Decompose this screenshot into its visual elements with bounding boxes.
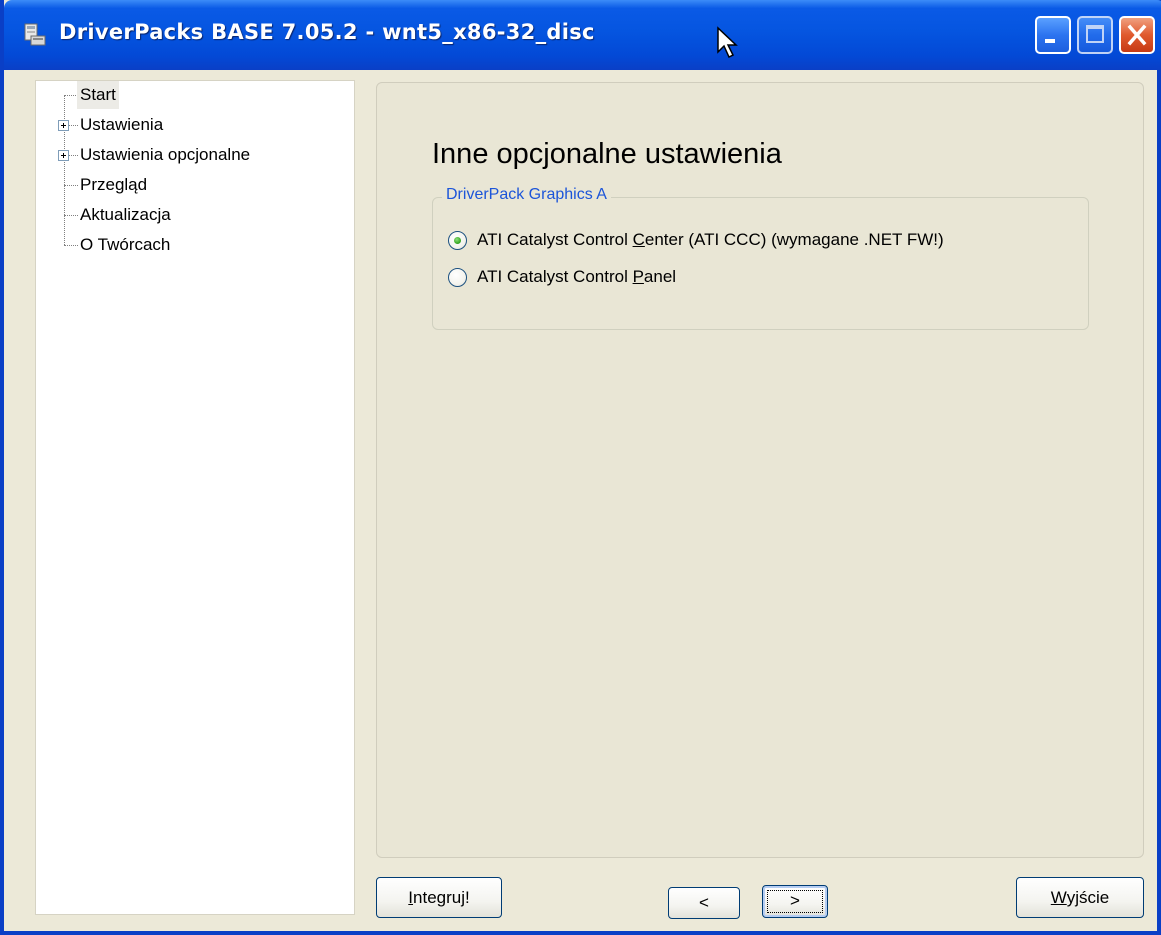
close-icon	[1127, 24, 1147, 46]
close-button[interactable]	[1119, 16, 1155, 54]
radio-label: ATI Catalyst Control Panel	[477, 265, 676, 289]
radio-checked-icon[interactable]	[448, 231, 467, 250]
next-button[interactable]: >	[762, 885, 828, 918]
group-box-driverpack-graphics-a	[432, 197, 1089, 330]
app-window: DriverPacks BASE 7.05.2 - wnt5_x86-32_di…	[0, 0, 1161, 935]
title-bar[interactable]: DriverPacks BASE 7.05.2 - wnt5_x86-32_di…	[4, 0, 1161, 70]
tree-item-label: Ustawienia	[80, 115, 164, 134]
window-title: DriverPacks BASE 7.05.2 - wnt5_x86-32_di…	[59, 20, 595, 44]
tree-branch-line	[64, 95, 78, 96]
expand-plus-icon[interactable]	[58, 120, 69, 131]
radio-label-text: ATI Catalyst Control	[477, 267, 633, 286]
button-accel: W	[1050, 888, 1067, 907]
radio-label-text: ATI Catalyst Control	[477, 230, 633, 249]
tree-branch-line	[64, 245, 78, 246]
tree-branch-line	[64, 215, 78, 216]
mouse-cursor-icon	[717, 26, 738, 59]
tree-item-label: Przegląd	[80, 175, 148, 194]
tree-item-label: Aktualizacja	[80, 205, 171, 224]
radio-label: ATI Catalyst Control Center (ATI CCC) (w…	[477, 228, 944, 252]
app-icon[interactable]	[22, 22, 48, 48]
focus-rectangle	[767, 890, 823, 913]
group-box-legend: DriverPack Graphics A	[442, 186, 611, 204]
tree-item-label: O Twórcach	[80, 235, 171, 254]
tree-item-label: Start	[77, 81, 119, 109]
tree-connector-line	[64, 95, 65, 245]
maximize-button[interactable]	[1077, 16, 1113, 54]
minimize-button[interactable]	[1035, 16, 1071, 54]
button-label: <	[699, 893, 709, 912]
radio-unchecked-icon[interactable]	[448, 268, 467, 287]
previous-button[interactable]: <	[668, 887, 740, 919]
tree-item-label: Ustawienia opcjonalne	[80, 145, 251, 164]
tree-branch-line	[64, 185, 78, 186]
radio-label-accel: C	[632, 230, 645, 249]
integrate-button[interactable]: Integruj!	[376, 877, 502, 918]
page-title: Inne opcjonalne ustawienia	[432, 138, 782, 170]
radio-label-accel: P	[632, 267, 644, 286]
maximize-icon	[1086, 25, 1104, 43]
exit-button[interactable]: Wyjście	[1016, 877, 1144, 918]
radio-label-text: anel	[643, 267, 677, 286]
navigation-tree[interactable]: Start Ustawienia Ustawienia opcjonalne P…	[35, 80, 355, 915]
button-label: yjście	[1066, 888, 1110, 907]
minimize-icon	[1045, 39, 1055, 43]
expand-plus-icon[interactable]	[58, 150, 69, 161]
button-label: ntegruj!	[413, 888, 470, 907]
radio-label-text: enter (ATI CCC) (wymagane .NET FW!)	[644, 230, 944, 249]
